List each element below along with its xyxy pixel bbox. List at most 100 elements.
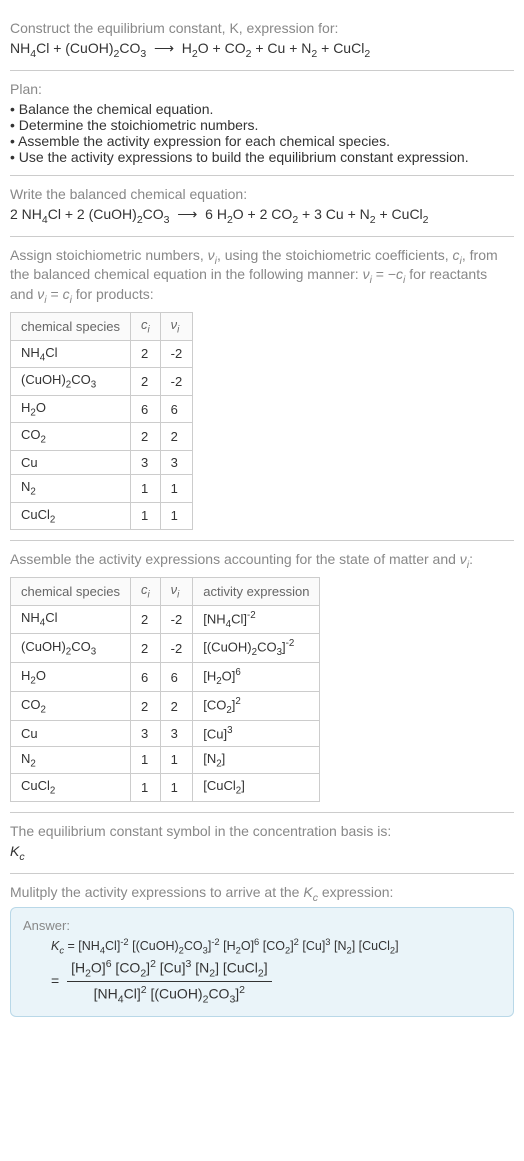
cell-ci: 6 xyxy=(131,395,161,423)
fraction-denominator: [NH4Cl]2 [(CuOH)2CO3]2 xyxy=(67,982,272,1005)
cell-vi: 1 xyxy=(160,774,193,802)
table-row: NH4Cl2-2 xyxy=(11,340,193,368)
cell-ci: 3 xyxy=(131,450,161,474)
table-row: H2O66[H2O]6 xyxy=(11,663,320,692)
cell-ci: 1 xyxy=(131,474,161,502)
cell-ci: 1 xyxy=(131,746,161,774)
stoich-tbody: NH4Cl2-2(CuOH)2CO32-2H2O66CO222Cu33N211C… xyxy=(11,340,193,530)
cell-species: CuCl2 xyxy=(11,774,131,802)
cell-species: CuCl2 xyxy=(11,502,131,530)
fraction-numerator: [H2O]6 [CO2]2 [Cu]3 [N2] [CuCl2] xyxy=(67,958,272,982)
col-vi: νi xyxy=(160,577,193,605)
plan-label: Plan: xyxy=(10,81,514,97)
cell-activity: [H2O]6 xyxy=(193,663,320,692)
col-species: chemical species xyxy=(11,577,131,605)
cell-ci: 2 xyxy=(131,368,161,396)
table-row: H2O66 xyxy=(11,395,193,423)
cell-species: N2 xyxy=(11,746,131,774)
section-answer: Mulitply the activity expressions to arr… xyxy=(10,874,514,1027)
prompt-activity: Assemble the activity expressions accoun… xyxy=(10,551,514,571)
cell-vi: -2 xyxy=(160,605,193,634)
cell-activity: [CO2]2 xyxy=(193,692,320,721)
prompt-multiply: Mulitply the activity expressions to arr… xyxy=(10,884,514,904)
fraction: [H2O]6 [CO2]2 [Cu]3 [N2] [CuCl2] [NH4Cl]… xyxy=(67,958,272,1006)
cell-activity: [CuCl2] xyxy=(193,774,320,802)
equation-balanced: 2 NH4Cl + 2 (CuOH)2CO3 ⟶ 6 H2O + 2 CO2 +… xyxy=(10,206,514,226)
table-row: (CuOH)2CO32-2[(CuOH)2CO3]-2 xyxy=(11,634,320,663)
col-vi: νi xyxy=(160,312,193,340)
cell-vi: 6 xyxy=(160,663,193,692)
cell-vi: -2 xyxy=(160,340,193,368)
prompt-construct: Construct the equilibrium constant, K, e… xyxy=(10,20,514,36)
kc-symbol: Kc xyxy=(10,843,514,863)
cell-ci: 1 xyxy=(131,502,161,530)
equation-unbalanced: NH4Cl + (CuOH)2CO3 ⟶ H2O + CO2 + Cu + N2… xyxy=(10,40,514,60)
plan-item: Use the activity expressions to build th… xyxy=(10,149,514,165)
cell-species: CO2 xyxy=(11,692,131,721)
cell-ci: 2 xyxy=(131,423,161,451)
table-header-row: chemical species ci νi activity expressi… xyxy=(11,577,320,605)
table-row: N211 xyxy=(11,474,193,502)
plan-list: Balance the chemical equation. Determine… xyxy=(10,101,514,165)
cell-species: (CuOH)2CO3 xyxy=(11,368,131,396)
cell-species: H2O xyxy=(11,663,131,692)
activity-table: chemical species ci νi activity expressi… xyxy=(10,577,320,802)
cell-species: Cu xyxy=(11,721,131,746)
cell-ci: 2 xyxy=(131,634,161,663)
cell-vi: -2 xyxy=(160,634,193,663)
answer-box: Answer: Kc = [NH4Cl]-2 [(CuOH)2CO3]-2 [H… xyxy=(10,907,514,1017)
section-activity: Assemble the activity expressions accoun… xyxy=(10,541,514,813)
prompt-symbol: The equilibrium constant symbol in the c… xyxy=(10,823,514,839)
cell-vi: 1 xyxy=(160,474,193,502)
activity-tbody: NH4Cl2-2[NH4Cl]-2(CuOH)2CO32-2[(CuOH)2CO… xyxy=(11,605,320,801)
cell-ci: 1 xyxy=(131,774,161,802)
cell-species: H2O xyxy=(11,395,131,423)
cell-ci: 3 xyxy=(131,721,161,746)
cell-ci: 6 xyxy=(131,663,161,692)
cell-vi: 6 xyxy=(160,395,193,423)
prompt-stoich: Assign stoichiometric numbers, νi, using… xyxy=(10,247,514,306)
col-ci: ci xyxy=(131,312,161,340)
table-header-row: chemical species ci νi xyxy=(11,312,193,340)
stoich-table: chemical species ci νi NH4Cl2-2(CuOH)2CO… xyxy=(10,312,193,530)
cell-vi: 3 xyxy=(160,450,193,474)
plan-item: Assemble the activity expression for eac… xyxy=(10,133,514,149)
section-stoich: Assign stoichiometric numbers, νi, using… xyxy=(10,237,514,542)
section-construct: Construct the equilibrium constant, K, e… xyxy=(10,10,514,71)
cell-activity: [Cu]3 xyxy=(193,721,320,746)
table-row: N211[N2] xyxy=(11,746,320,774)
table-row: Cu33[Cu]3 xyxy=(11,721,320,746)
table-row: CuCl211 xyxy=(11,502,193,530)
cell-species: Cu xyxy=(11,450,131,474)
cell-species: CO2 xyxy=(11,423,131,451)
table-row: CuCl211[CuCl2] xyxy=(11,774,320,802)
col-activity: activity expression xyxy=(193,577,320,605)
kc-expanded: Kc = [NH4Cl]-2 [(CuOH)2CO3]-2 [H2O]6 [CO… xyxy=(23,937,501,956)
cell-vi: -2 xyxy=(160,368,193,396)
section-balanced: Write the balanced chemical equation: 2 … xyxy=(10,176,514,237)
section-plan: Plan: Balance the chemical equation. Det… xyxy=(10,71,514,176)
section-symbol: The equilibrium constant symbol in the c… xyxy=(10,813,514,874)
cell-activity: [(CuOH)2CO3]-2 xyxy=(193,634,320,663)
answer-label: Answer: xyxy=(23,918,501,933)
cell-vi: 1 xyxy=(160,502,193,530)
cell-species: NH4Cl xyxy=(11,605,131,634)
table-row: CO222[CO2]2 xyxy=(11,692,320,721)
cell-ci: 2 xyxy=(131,692,161,721)
kc-fraction: = [H2O]6 [CO2]2 [Cu]3 [N2] [CuCl2] [NH4C… xyxy=(23,958,501,1006)
cell-vi: 3 xyxy=(160,721,193,746)
cell-species: NH4Cl xyxy=(11,340,131,368)
plan-item: Balance the chemical equation. xyxy=(10,101,514,117)
plan-item: Determine the stoichiometric numbers. xyxy=(10,117,514,133)
cell-vi: 2 xyxy=(160,423,193,451)
table-row: (CuOH)2CO32-2 xyxy=(11,368,193,396)
cell-ci: 2 xyxy=(131,340,161,368)
cell-ci: 2 xyxy=(131,605,161,634)
table-row: CO222 xyxy=(11,423,193,451)
col-ci: ci xyxy=(131,577,161,605)
cell-vi: 1 xyxy=(160,746,193,774)
cell-species: N2 xyxy=(11,474,131,502)
cell-vi: 2 xyxy=(160,692,193,721)
cell-species: (CuOH)2CO3 xyxy=(11,634,131,663)
table-row: Cu33 xyxy=(11,450,193,474)
